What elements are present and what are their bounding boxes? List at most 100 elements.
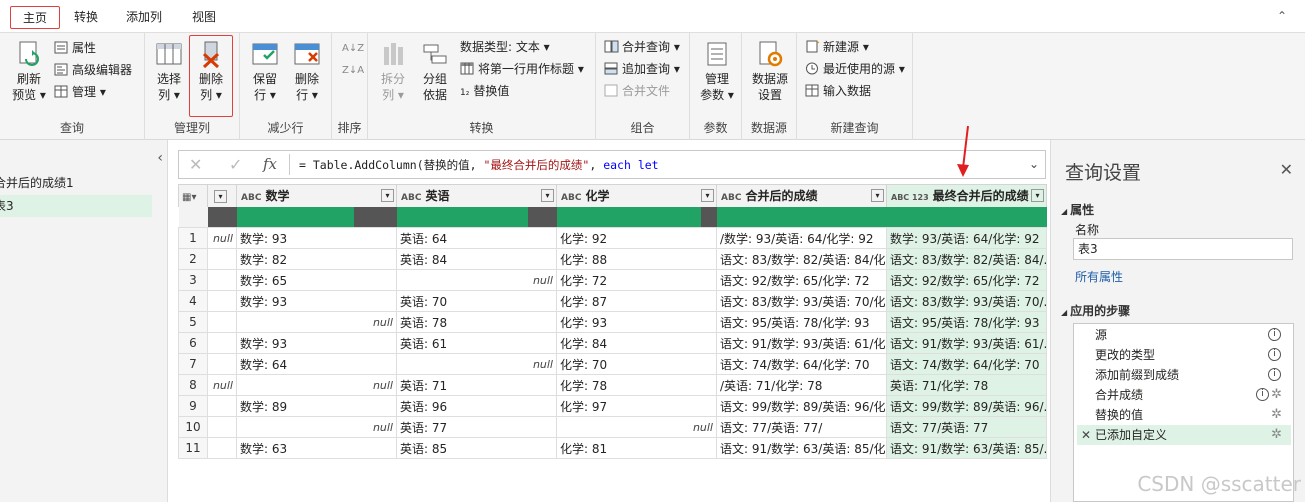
table-cell[interactable]: 数学: 65 bbox=[236, 269, 397, 291]
table-cell[interactable]: 语文: 91/数学: 93/英语: 61/... bbox=[886, 332, 1047, 354]
row-number[interactable]: 8 bbox=[178, 374, 208, 396]
table-cell[interactable]: /数学: 93/英语: 64/化学: 92 bbox=[716, 227, 887, 249]
formula-input[interactable]: = Table.AddColumn(替换的值, "最终合并后的成绩", each… bbox=[299, 157, 659, 173]
table-row[interactable]: 10 null 英语: 77 null 语文: 77/英语: 77/语文: 77/英语:… bbox=[178, 416, 1047, 438]
filter-dropdown-icon[interactable]: ▾ bbox=[541, 189, 554, 202]
filter-dropdown-icon[interactable]: ▾ bbox=[214, 190, 227, 204]
row-number[interactable]: 7 bbox=[178, 353, 208, 375]
keep-rows-button[interactable]: 保留 行 ▾ bbox=[246, 39, 284, 103]
new-source-button[interactable]: 新建源 ▾ bbox=[805, 37, 869, 57]
replace-values-button[interactable]: 1₂ 替换值 bbox=[460, 81, 509, 101]
remove-columns-button[interactable]: 删除 列 ▾ bbox=[189, 35, 233, 117]
info-icon[interactable]: i bbox=[1268, 368, 1281, 381]
table-cell[interactable]: 语文: 92/数学: 65/化学: 72 bbox=[886, 269, 1047, 291]
column-header-final[interactable]: ABC 123 最终合并后的成绩 ▾ bbox=[886, 184, 1047, 207]
table-cell[interactable]: 语文: 77/英语: 77/ bbox=[716, 416, 887, 438]
table-cell[interactable]: 化学: 97 bbox=[556, 395, 717, 417]
row-number[interactable]: 4 bbox=[178, 290, 208, 312]
gear-icon[interactable]: ✲ bbox=[1271, 425, 1282, 445]
row-number[interactable]: 6 bbox=[178, 332, 208, 354]
row-number[interactable]: 1 bbox=[178, 227, 208, 249]
table-row[interactable]: 2 数学: 82 英语: 84 化学: 88 语文: 83/数学: 82/英语: 84/… bbox=[178, 248, 1047, 270]
filter-dropdown-icon[interactable]: ▾ bbox=[701, 189, 714, 202]
table-cell[interactable]: 语文: 74/数学: 64/化学: 70 bbox=[716, 353, 887, 375]
group-by-button[interactable]: 分组 依据 bbox=[416, 39, 454, 103]
info-icon[interactable]: i bbox=[1256, 388, 1269, 401]
all-properties-link[interactable]: 所有属性 bbox=[1075, 268, 1123, 285]
table-cell[interactable]: 化学: 84 bbox=[556, 332, 717, 354]
info-icon[interactable]: i bbox=[1268, 348, 1281, 361]
query-item[interactable]: 合并后的成绩1 bbox=[0, 172, 152, 194]
table-cell[interactable]: 英语: 71/化学: 78 bbox=[886, 374, 1047, 396]
remove-rows-button[interactable]: 删除 行 ▾ bbox=[288, 39, 326, 103]
filter-dropdown-icon[interactable]: ▾ bbox=[381, 189, 394, 202]
step-added-custom[interactable]: ✕ 已添加自定义 ✲ bbox=[1077, 425, 1291, 445]
choose-columns-button[interactable]: 选择 列 ▾ bbox=[151, 39, 187, 103]
table-cell[interactable]: null bbox=[236, 374, 397, 396]
table-cell[interactable] bbox=[207, 416, 237, 438]
table-cell[interactable]: null bbox=[236, 416, 397, 438]
table-cell[interactable] bbox=[207, 290, 237, 312]
table-cell[interactable] bbox=[207, 395, 237, 417]
confirm-icon[interactable]: ✓ bbox=[229, 155, 242, 174]
table-cell[interactable]: 化学: 88 bbox=[556, 248, 717, 270]
table-cell[interactable]: 英语: 78 bbox=[396, 311, 557, 333]
table-cell[interactable]: 化学: 72 bbox=[556, 269, 717, 291]
table-row[interactable]: 3 数学: 65 null 化学: 72 语文: 92/数学: 65/化学: 72 语文:… bbox=[178, 269, 1047, 291]
row-number[interactable]: 11 bbox=[178, 437, 208, 459]
fx-icon[interactable]: fx bbox=[263, 155, 277, 173]
table-cell[interactable]: 语文: 99/数学: 89/英语: 96/化... bbox=[716, 395, 887, 417]
table-cell[interactable]: 数学: 63 bbox=[236, 437, 397, 459]
table-cell[interactable]: 数学: 93/英语: 64/化学: 92 bbox=[886, 227, 1047, 249]
column-header-hidden[interactable]: ▾ bbox=[207, 184, 237, 207]
table-cell[interactable]: 语文: 99/数学: 89/英语: 96/... bbox=[886, 395, 1047, 417]
column-header-english[interactable]: ABC 英语 ▾ bbox=[396, 184, 557, 207]
manage-button[interactable]: 管理 ▾ bbox=[54, 82, 106, 102]
append-queries-button[interactable]: 追加查询 ▾ bbox=[604, 59, 680, 79]
delete-step-icon[interactable]: ✕ bbox=[1081, 425, 1091, 445]
table-row[interactable]: 1 null 数学: 93 英语: 64 化学: 92/数学: 93/英语: 64/化学… bbox=[178, 227, 1047, 249]
table-cell[interactable]: 数学: 89 bbox=[236, 395, 397, 417]
table-row[interactable]: 6 数学: 93 英语: 61 化学: 84 语文: 91/数学: 93/英语: 61/… bbox=[178, 332, 1047, 354]
table-cell[interactable]: 语文: 77/英语: 77 bbox=[886, 416, 1047, 438]
table-cell[interactable]: /英语: 71/化学: 78 bbox=[716, 374, 887, 396]
cancel-icon[interactable]: ✕ bbox=[189, 155, 202, 174]
table-cell[interactable] bbox=[207, 353, 237, 375]
sort-descending-button[interactable]: Z↓A bbox=[342, 59, 364, 79]
table-row[interactable]: 7 数学: 64 null 化学: 70 语文: 74/数学: 64/化学: 70 语文:… bbox=[178, 353, 1047, 375]
row-number[interactable]: 10 bbox=[178, 416, 208, 438]
recent-sources-button[interactable]: 最近使用的源 ▾ bbox=[805, 59, 905, 79]
step-replaced-values[interactable]: 替换的值 ✲ bbox=[1077, 405, 1291, 425]
table-cell[interactable]: 数学: 64 bbox=[236, 353, 397, 375]
applied-steps-header[interactable]: ◢ 应用的步骤 bbox=[1061, 302, 1130, 319]
table-cell[interactable] bbox=[207, 311, 237, 333]
table-cell[interactable]: 英语: 96 bbox=[396, 395, 557, 417]
table-cell[interactable]: 语文: 74/数学: 64/化学: 70 bbox=[886, 353, 1047, 375]
collapse-ribbon-icon[interactable]: ⌃ bbox=[1277, 9, 1287, 23]
table-cell[interactable]: 英语: 77 bbox=[396, 416, 557, 438]
table-row[interactable]: 9 数学: 89 英语: 96 化学: 97 语文: 99/数学: 89/英语: 96/… bbox=[178, 395, 1047, 417]
table-cell[interactable]: 语文: 83/数学: 82/英语: 84/化... bbox=[716, 248, 887, 270]
table-row[interactable]: 5 null 英语: 78 化学: 93 语文: 95/英语: 78/化学: 93 语文:… bbox=[178, 311, 1047, 333]
table-cell[interactable]: 数学: 82 bbox=[236, 248, 397, 270]
table-cell[interactable]: null bbox=[207, 227, 237, 249]
step-source[interactable]: 源i bbox=[1077, 325, 1291, 345]
table-row[interactable]: 4 数学: 93 英语: 70 化学: 87 语文: 83/数学: 93/英语: 70/… bbox=[178, 290, 1047, 312]
data-type-dropdown[interactable]: 数据类型: 文本 ▾ bbox=[460, 37, 550, 57]
row-number[interactable]: 3 bbox=[178, 269, 208, 291]
table-cell[interactable]: 化学: 92 bbox=[556, 227, 717, 249]
column-header-merged[interactable]: ABC 合并后的成绩 ▾ bbox=[716, 184, 887, 207]
enter-data-button[interactable]: 输入数据 bbox=[805, 81, 871, 101]
manage-parameters-button[interactable]: 管理 参数 ▾ bbox=[696, 39, 738, 103]
step-changed-type[interactable]: 更改的类型 i bbox=[1077, 345, 1291, 365]
table-cell[interactable]: 数学: 93 bbox=[236, 290, 397, 312]
table-cell[interactable] bbox=[207, 437, 237, 459]
gear-icon[interactable]: ✲ bbox=[1271, 405, 1282, 425]
table-cell[interactable]: 语文: 83/数学: 82/英语: 84/... bbox=[886, 248, 1047, 270]
table-cell[interactable]: 化学: 81 bbox=[556, 437, 717, 459]
expand-formula-icon[interactable]: ⌄ bbox=[1029, 157, 1039, 171]
table-cell[interactable]: 英语: 85 bbox=[396, 437, 557, 459]
table-cell[interactable]: 英语: 71 bbox=[396, 374, 557, 396]
table-menu-icon[interactable]: ▦▾ bbox=[178, 184, 208, 207]
table-cell[interactable]: 英语: 61 bbox=[396, 332, 557, 354]
